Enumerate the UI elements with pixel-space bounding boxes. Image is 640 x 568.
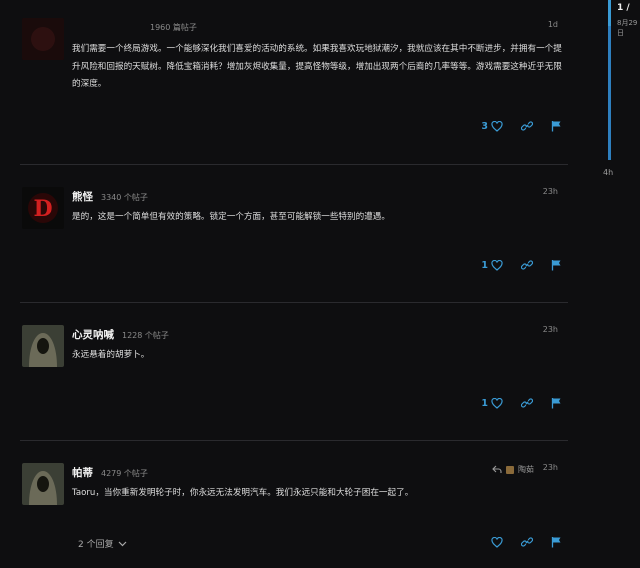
heart-icon — [491, 120, 503, 132]
post-4: 帕蒂 4279 个帖子 陶茹 23h Taoru，当你重新发明轮子时，你永远无法… — [0, 441, 568, 568]
heart-icon — [491, 259, 503, 271]
heart-icon — [491, 397, 503, 409]
post-date[interactable]: 23h — [543, 325, 558, 334]
post-body: 我们需要一个终局游戏。一个能够深化我们喜爱的活动的系统。如果我喜欢玩地狱潮汐，我… — [72, 44, 562, 89]
post-body: 是的，这是一个简单但有效的策略。锁定一个方面，甚至可能解锁一些特别的遭遇。 — [72, 212, 390, 222]
post-meta: 熊怪 3340 个帖子 — [72, 189, 148, 204]
link-icon[interactable] — [521, 120, 533, 132]
heart-icon — [491, 536, 503, 548]
chevron-down-icon — [118, 541, 127, 546]
flag-icon[interactable] — [551, 536, 562, 548]
avatar[interactable]: D — [22, 187, 64, 229]
post-count: 1228 个帖子 — [122, 331, 169, 340]
reply-to-link[interactable]: 陶茹 — [492, 464, 534, 475]
flag-icon[interactable] — [551, 397, 562, 409]
avatar[interactable] — [22, 463, 64, 505]
post-count: 1960 篇帖子 — [150, 23, 197, 32]
avatar[interactable] — [22, 325, 64, 367]
post-body: 永远悬着的胡萝卜。 — [72, 350, 150, 360]
timeline-handle[interactable] — [608, 0, 611, 26]
post-body: Taoru，当你重新发明轮子时，你永远无法发明汽车。我们永远只能和大轮子困在一起… — [72, 488, 414, 498]
post-1: 1960 篇帖子 1d 我们需要一个终局游戏。一个能够深化我们喜爱的活动的系统。… — [0, 0, 568, 164]
svg-text:D: D — [33, 196, 52, 222]
flag-icon[interactable] — [551, 120, 562, 132]
like-button[interactable]: 3 — [481, 120, 503, 132]
reply-to-name: 陶茹 — [518, 465, 534, 474]
post-actions: 1 — [481, 397, 562, 409]
timeline-date: 8月29日 — [617, 19, 638, 37]
link-icon[interactable] — [521, 536, 533, 548]
flag-icon[interactable] — [551, 259, 562, 271]
post-meta: 1960 篇帖子 — [72, 22, 197, 33]
like-button[interactable]: 1 — [481, 259, 503, 271]
post-2: D 熊怪 3340 个帖子 23h 是的，这是一个简单但有效的策略。锁定一个方面… — [0, 165, 568, 302]
post-date[interactable]: 23h — [543, 463, 558, 472]
post-meta: 帕蒂 4279 个帖子 — [72, 465, 148, 480]
post-meta: 心灵呐喊 1228 个帖子 — [72, 327, 169, 342]
reply-arrow-icon — [492, 465, 502, 473]
post-count: 3340 个帖子 — [101, 193, 148, 202]
post-actions: 3 — [481, 120, 562, 132]
replies-count: 2 个回复 — [78, 540, 114, 550]
replies-toggle[interactable]: 2 个回复 — [78, 537, 127, 550]
like-button[interactable] — [488, 536, 503, 548]
link-icon[interactable] — [521, 259, 533, 271]
like-button[interactable]: 1 — [481, 397, 503, 409]
post-date[interactable]: 1d — [548, 20, 558, 29]
like-count: 3 — [481, 120, 488, 132]
post-3: 心灵呐喊 1228 个帖子 23h 永远悬着的胡萝卜。 1 — [0, 303, 568, 440]
post-actions: 1 — [481, 259, 562, 271]
timeline-end-label[interactable]: 4h — [603, 168, 613, 177]
post-count: 4279 个帖子 — [101, 469, 148, 478]
post-actions — [488, 536, 562, 548]
username[interactable]: 心灵呐喊 — [72, 327, 114, 342]
like-count: 1 — [481, 259, 488, 271]
post-date[interactable]: 23h — [543, 187, 558, 196]
link-icon[interactable] — [521, 397, 533, 409]
username[interactable]: 熊怪 — [72, 189, 93, 204]
topic-timeline: 1 / 8月29日 4h — [580, 0, 640, 568]
username[interactable]: 帕蒂 — [72, 465, 93, 480]
like-count: 1 — [481, 397, 488, 409]
timeline-position: 1 / — [617, 3, 630, 13]
reply-to-avatar — [506, 465, 514, 474]
avatar[interactable] — [22, 18, 64, 60]
